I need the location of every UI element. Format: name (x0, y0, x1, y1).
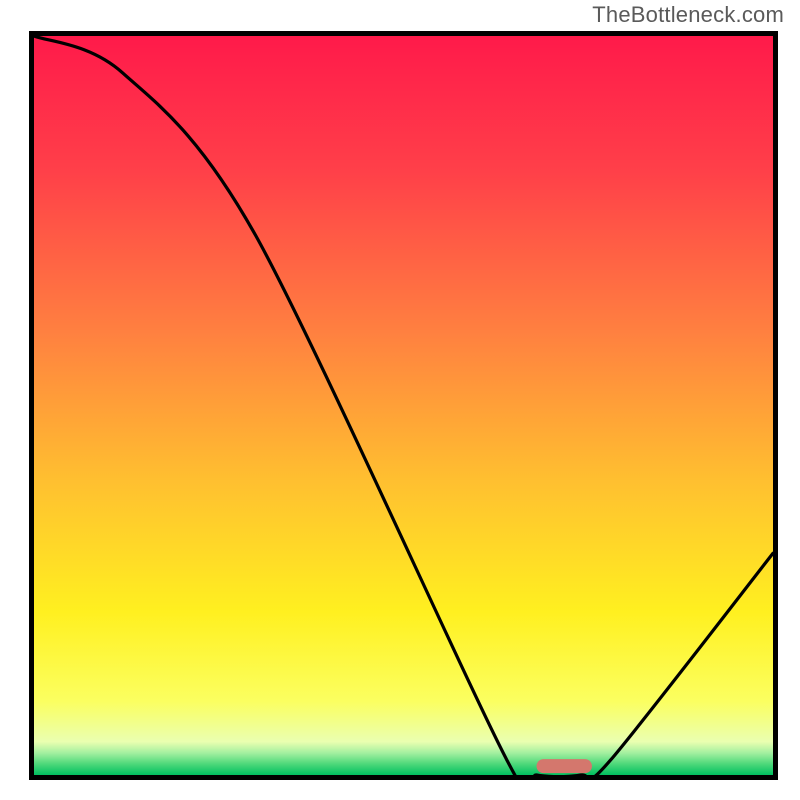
plot-background (34, 36, 773, 775)
optimal-marker (537, 759, 592, 773)
watermark-text: TheBottleneck.com (592, 2, 784, 28)
bottleneck-chart: TheBottleneck.com (0, 0, 800, 800)
chart-svg (0, 0, 800, 800)
